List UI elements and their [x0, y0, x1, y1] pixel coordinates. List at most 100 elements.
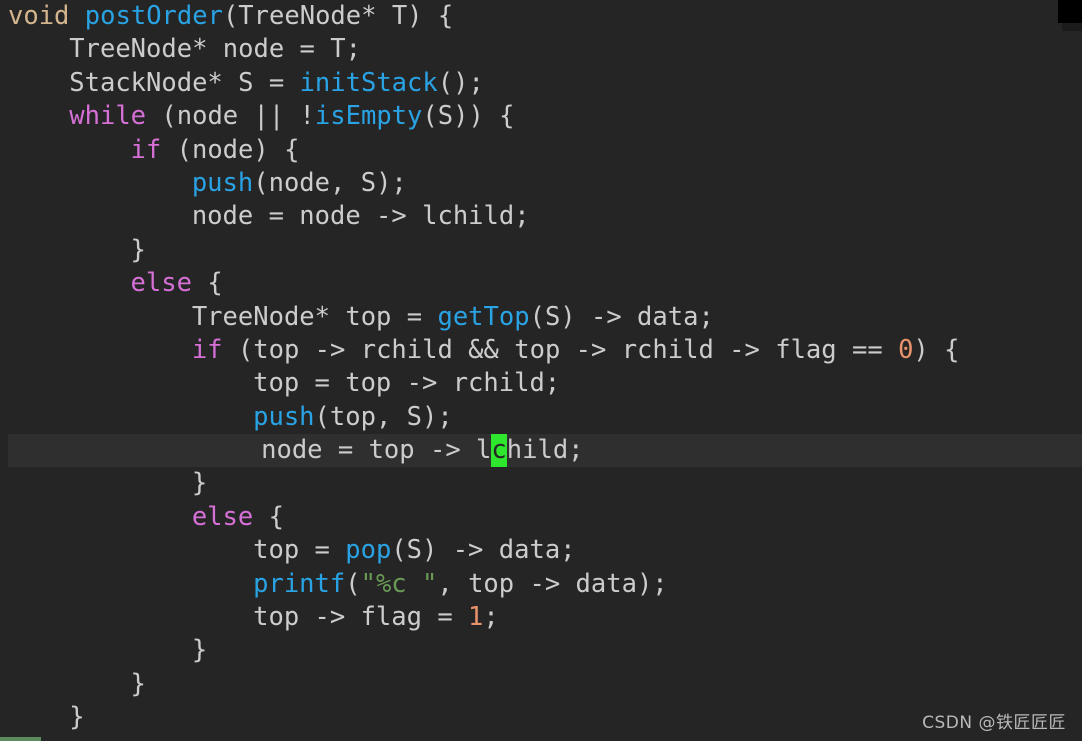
code-token: StackNode* S = [69, 67, 300, 98]
code-token: initStack [299, 67, 438, 98]
top-right-black-region [1058, 0, 1082, 23]
code-line[interactable]: push(node, S); [0, 167, 1082, 200]
code-token: TreeNode* top = [191, 301, 438, 332]
code-token: 0 [898, 334, 914, 365]
code-line-content: printf("%c ", top -> data); [8, 569, 668, 599]
code-line-content: else { [8, 502, 284, 532]
code-line-content: if (top -> rchild && top -> rchild -> fl… [8, 334, 960, 365]
code-token: printf [253, 568, 346, 599]
code-line-content: else { [8, 268, 223, 298]
code-line-content: top = top -> rchild; [8, 368, 560, 398]
code-line[interactable]: top = top -> rchild; [0, 367, 1082, 400]
code-line[interactable]: void postOrder(TreeNode* T) { [0, 0, 1082, 33]
code-line-content: } [8, 669, 146, 699]
code-token: { [253, 501, 284, 532]
code-line-content: } [8, 635, 207, 665]
code-line[interactable]: if (node) { [0, 134, 1082, 167]
code-line[interactable]: TreeNode* node = T; [0, 33, 1082, 66]
code-token: void [8, 1, 70, 31]
code-line[interactable]: push(top, S); [0, 401, 1082, 434]
code-token: getTop [437, 301, 530, 332]
code-line-content: TreeNode* top = getTop(S) -> data; [8, 302, 714, 332]
code-token: else [191, 501, 254, 532]
code-token: "%c " [360, 568, 438, 599]
code-token: 1 [468, 602, 484, 633]
code-line[interactable]: while (node || !isEmpty(S)) { [0, 100, 1082, 133]
code-line[interactable]: node = top -> lchild; [8, 434, 1082, 468]
csdn-watermark: CSDN @铁匠匠匠 [922, 713, 1066, 733]
code-token: if [130, 134, 162, 165]
code-token: } [130, 668, 146, 699]
code-line-content: } [8, 702, 85, 733]
code-line[interactable]: top = pop(S) -> data; [0, 534, 1082, 567]
code-line-content: } [8, 468, 207, 498]
code-token: node = node -> lchild; [191, 201, 530, 232]
code-token: (S) -> data; [529, 301, 714, 332]
code-token: (top -> rchild && top -> rchild -> flag … [222, 334, 899, 365]
code-token: (TreeNode* T) { [222, 1, 454, 31]
code-token: push [253, 401, 315, 432]
code-token: (top, S); [314, 401, 453, 432]
code-token: else [130, 268, 192, 299]
code-line-content: node = top -> lchild; [8, 434, 584, 468]
code-line[interactable]: } [0, 668, 1082, 701]
code-token: TreeNode* node = T; [69, 34, 361, 65]
code-token: (node) { [161, 134, 300, 165]
code-token: isEmpty [314, 101, 423, 132]
code-editor[interactable]: void postOrder(TreeNode* T) {TreeNode* n… [0, 0, 1082, 741]
code-line[interactable]: top -> flag = 1; [0, 601, 1082, 634]
code-token: } [69, 702, 85, 733]
code-token: (node, S); [253, 167, 407, 198]
code-token: postOrder [84, 1, 223, 31]
code-line-content: if (node) { [8, 134, 300, 165]
code-line-content: node = node -> lchild; [8, 201, 530, 231]
code-content-area[interactable]: void postOrder(TreeNode* T) {TreeNode* n… [0, 0, 1082, 741]
code-line-content: top = pop(S) -> data; [8, 535, 576, 566]
code-token: top = top -> rchild; [253, 368, 561, 399]
code-line-content: } [8, 235, 146, 265]
code-token: } [191, 635, 208, 666]
code-line-content: StackNode* S = initStack(); [8, 68, 484, 98]
code-line-content: void postOrder(TreeNode* T) { [8, 1, 453, 31]
code-line[interactable]: else { [0, 267, 1082, 300]
code-token: node = top -> l [261, 435, 492, 466]
text-cursor: c [491, 434, 507, 468]
code-token: (S)) { [422, 101, 515, 132]
code-token: (node || ! [146, 101, 315, 132]
code-token: while [69, 101, 147, 132]
overview-ruler[interactable] [1050, 0, 1082, 741]
code-line[interactable]: node = node -> lchild; [0, 200, 1082, 233]
git-change-indicator [0, 737, 41, 741]
code-token: top = [253, 535, 346, 566]
code-line[interactable]: TreeNode* top = getTop(S) -> data; [0, 301, 1082, 334]
code-token: (); [437, 67, 484, 98]
code-token: push [191, 167, 254, 198]
code-line-content: top -> flag = 1; [8, 602, 499, 632]
code-line-content: push(top, S); [8, 402, 453, 432]
code-line[interactable]: } [0, 467, 1082, 500]
code-line[interactable]: printf("%c ", top -> data); [0, 568, 1082, 601]
code-token: hild; [506, 435, 584, 466]
code-token: if [191, 334, 223, 365]
code-line[interactable]: } [0, 701, 1082, 734]
top-right-black-region-secondary [1062, 23, 1082, 31]
code-token: (S) -> data; [391, 535, 576, 566]
code-line-content: push(node, S); [8, 168, 407, 198]
code-line-content: while (node || !isEmpty(S)) { [8, 101, 515, 132]
code-token: pop [345, 535, 392, 566]
code-token: top -> flag = [253, 602, 469, 633]
code-token: } [191, 468, 208, 499]
code-token: } [130, 234, 146, 265]
code-token: , top -> data); [437, 568, 668, 599]
code-line[interactable]: else { [0, 501, 1082, 534]
code-line-content: TreeNode* node = T; [8, 34, 361, 64]
code-line[interactable]: } [0, 234, 1082, 267]
code-token: ; [483, 602, 499, 633]
code-token: ) { [913, 334, 960, 365]
code-token: ( [345, 568, 361, 599]
code-line[interactable]: StackNode* S = initStack(); [0, 67, 1082, 100]
code-line[interactable]: if (top -> rchild && top -> rchild -> fl… [0, 334, 1082, 367]
code-line[interactable]: } [0, 634, 1082, 667]
code-token: { [191, 268, 223, 299]
